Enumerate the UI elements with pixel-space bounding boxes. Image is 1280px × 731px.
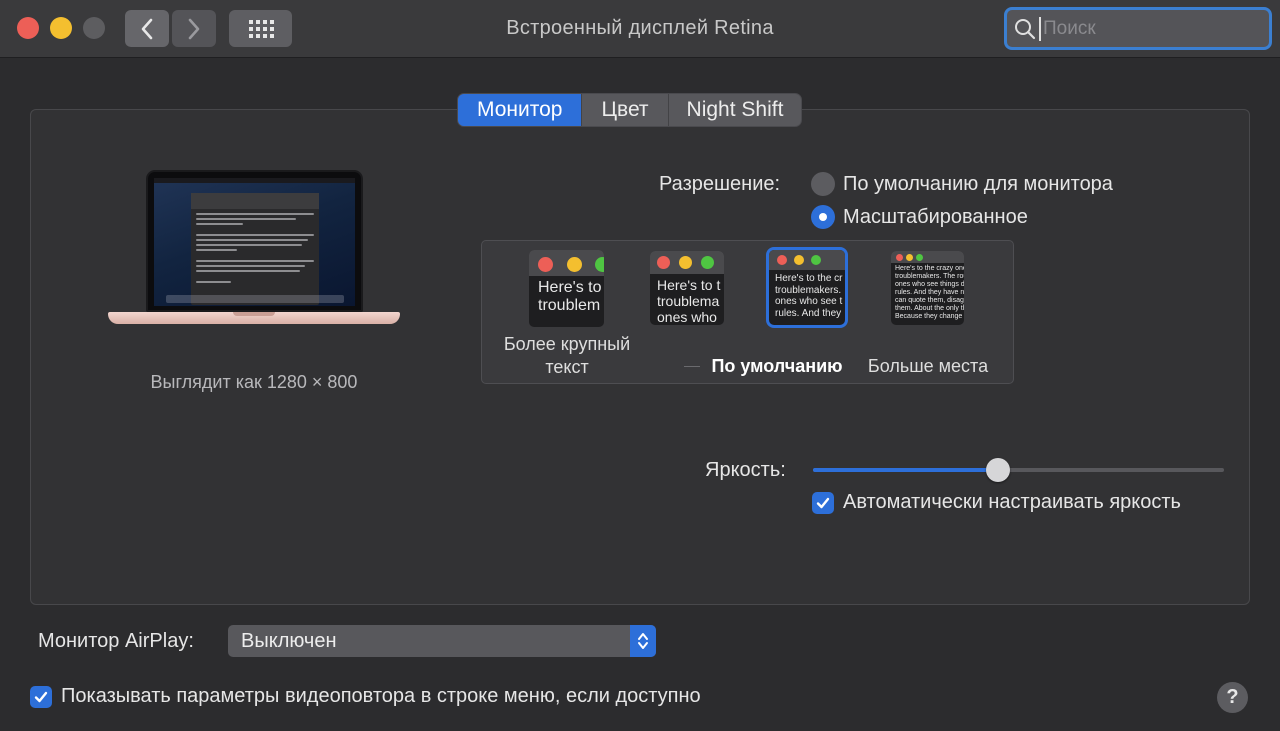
select-arrows-icon xyxy=(630,625,656,657)
checkmark-icon xyxy=(816,497,830,508)
radio-label: По умолчанию для монитора xyxy=(843,172,1113,195)
tab-monitor[interactable]: Монитор xyxy=(458,94,583,126)
scale-label-larger-text: Более крупный текст xyxy=(503,334,631,377)
scale-options-box: Here's to troublem Here's to t troublema… xyxy=(481,240,1014,384)
scale-option-default[interactable]: Here's to the cr troublemakers. ones who… xyxy=(769,250,845,325)
resolution-label: Разрешение: xyxy=(659,173,781,195)
tab-night-shift[interactable]: Night Shift xyxy=(669,94,802,126)
checkmark-icon xyxy=(34,691,48,702)
auto-brightness-checkbox[interactable] xyxy=(812,491,834,514)
laptop-lid xyxy=(146,170,363,312)
radio-default-for-display[interactable]: По умолчанию для монитора xyxy=(811,172,1113,196)
auto-brightness-checkbox-row[interactable]: Автоматически настраивать яркость xyxy=(812,491,1181,514)
search-icon xyxy=(1015,18,1036,39)
mirroring-checkbox[interactable] xyxy=(30,685,52,708)
document-window xyxy=(191,193,319,305)
dock xyxy=(166,295,344,303)
mirroring-label: Показывать параметры видеоповтора в стро… xyxy=(61,685,701,707)
tab-bar: Монитор Цвет Night Shift xyxy=(458,94,802,126)
tab-color[interactable]: Цвет xyxy=(582,94,669,126)
radio-button[interactable] xyxy=(811,205,835,229)
scale-separator xyxy=(684,366,700,367)
search-input[interactable] xyxy=(1039,16,1259,41)
laptop-screen xyxy=(154,178,355,306)
looks-like-resolution: Выглядит как 1280 × 800 xyxy=(150,372,358,392)
scale-option-2[interactable]: Here's to t troublema ones who xyxy=(650,251,724,325)
help-button[interactable]: ? xyxy=(1217,682,1248,713)
search-field[interactable] xyxy=(1004,7,1272,50)
brightness-slider[interactable] xyxy=(813,458,1224,482)
brightness-slider-fill xyxy=(813,468,998,472)
laptop-preview-image xyxy=(108,170,400,345)
scale-option-more-space[interactable]: Here's to the crazy one troublemakers. T… xyxy=(891,251,964,325)
auto-brightness-label: Автоматически настраивать яркость xyxy=(843,491,1181,513)
airplay-select-value: Выключен xyxy=(241,629,337,652)
radio-scaled[interactable]: Масштабированное xyxy=(811,205,1028,229)
radio-button[interactable] xyxy=(811,172,835,196)
airplay-select[interactable]: Выключен xyxy=(228,625,656,657)
scale-option-larger-text[interactable]: Here's to troublem xyxy=(529,250,604,327)
brightness-slider-knob[interactable] xyxy=(985,458,1010,482)
mirroring-checkbox-row[interactable]: Показывать параметры видеоповтора в стро… xyxy=(30,685,701,708)
brightness-label: Яркость: xyxy=(705,459,786,481)
scale-label-more-space: Больше места xyxy=(867,356,989,376)
radio-label: Масштабированное xyxy=(843,205,1028,228)
scale-label-default: По умолчанию xyxy=(711,356,843,376)
airplay-label: Монитор AirPlay: xyxy=(38,630,194,652)
title-bar: Встроенный дисплей Retina xyxy=(0,0,1280,58)
